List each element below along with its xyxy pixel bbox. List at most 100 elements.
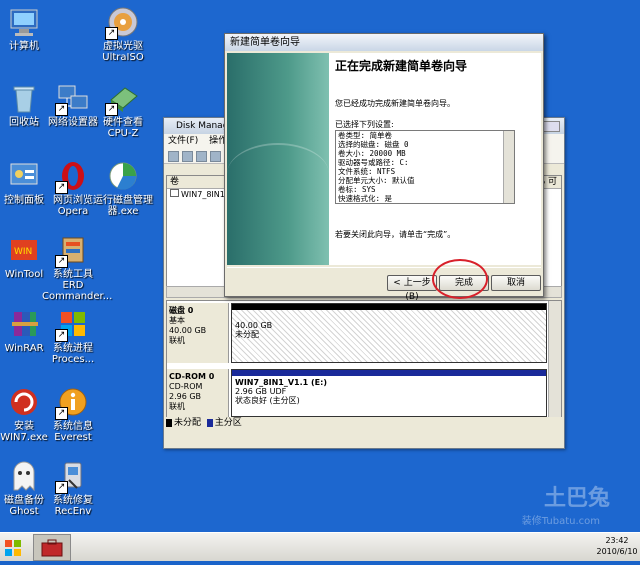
- wizard-intro: 您已经成功完成新建简单卷向导。: [335, 99, 455, 108]
- shortcut-arrow-icon: ↗: [105, 27, 118, 40]
- shortcut-arrow-icon: ↗: [55, 407, 68, 420]
- settings-summary[interactable]: 卷类型: 简单卷 选择的磁盘: 磁盘 0 卷大小: 20000 MB 驱动器号或…: [335, 130, 515, 204]
- desktop-icon-label: 计算机: [9, 41, 39, 52]
- desktop-icon-label: 系统信息 Everest: [53, 421, 93, 443]
- install-icon: [8, 386, 40, 418]
- summary-line: 选择的磁盘: 磁盘 0: [338, 140, 409, 149]
- computer-icon: [8, 6, 40, 38]
- summary-line: 卷标: SYS: [338, 185, 376, 194]
- desktop-icon-label: 硬件查看 CPU-Z: [103, 117, 143, 139]
- back-button[interactable]: < 上一步(B): [387, 275, 437, 302]
- disk-row: 磁盘 0 基本 40.00 GB 联机 40.00 GB 未分配: [167, 303, 547, 363]
- volume-name: WIN7_8IN1_V1.1 (E:): [235, 378, 327, 387]
- disk-layout-pane: 磁盘 0 基本 40.00 GB 联机 40.00 GB 未分配 CD-ROM …: [166, 300, 562, 418]
- desktop-icon-label: 系统进程 Proces...: [51, 343, 95, 365]
- taskbar-item-toolbox[interactable]: [33, 534, 71, 561]
- desktop-icon-erd[interactable]: ↗ 系统工具 ERD Commander...: [42, 234, 113, 302]
- vertical-scrollbar[interactable]: [548, 301, 561, 417]
- disk-info[interactable]: 磁盘 0 基本 40.00 GB 联机: [167, 303, 229, 363]
- disk-type: CD-ROM: [169, 382, 203, 391]
- toolbox-icon: [41, 539, 63, 557]
- recycle-bin-icon: [8, 82, 40, 114]
- menu-file[interactable]: 文件(F): [168, 136, 198, 146]
- desktop-icon-process[interactable]: ↗ 系统进程 Proces...: [42, 308, 104, 365]
- winrar-icon: [8, 308, 40, 340]
- wizard-titlebar[interactable]: 新建简单卷向导: [225, 34, 543, 51]
- shortcut-arrow-icon: ↗: [55, 255, 68, 268]
- clock-date: 2010/6/10: [596, 547, 638, 556]
- settings-label: 已选择下列设置:: [335, 120, 394, 129]
- control-panel-icon: [8, 160, 40, 192]
- legend-primary: 主分区: [214, 418, 242, 428]
- desktop-icon-label: 虚拟光驱 UltraISO: [102, 41, 144, 63]
- forward-arrow-icon[interactable]: [182, 151, 193, 162]
- disk-type: 基本: [169, 316, 185, 325]
- volume-status: 未分配: [235, 330, 259, 339]
- volume-icon: [170, 189, 179, 197]
- disk-manager-icon: [107, 160, 139, 192]
- disk-row: CD-ROM 0 CD-ROM 2.96 GB 联机 WIN7_8IN1_V1.…: [167, 369, 547, 417]
- unallocated-swatch: [166, 418, 172, 427]
- volume-status: 状态良好 (主分区): [235, 396, 300, 405]
- erd-icon: ↗: [55, 234, 89, 268]
- desktop-icon-cpuz[interactable]: ↗ 硬件查看 CPU-Z: [92, 82, 154, 139]
- summary-line: 卷类型: 简单卷: [338, 131, 393, 140]
- wintool-icon: WIN: [8, 234, 40, 266]
- volume-details: 40.00 GB 未分配: [232, 310, 546, 362]
- process-icon: ↗: [55, 308, 89, 342]
- close-hint: 若要关闭此向导，请单击“完成”。: [335, 230, 456, 239]
- cancel-button[interactable]: 取消: [491, 275, 541, 291]
- disk-info[interactable]: CD-ROM 0 CD-ROM 2.96 GB 联机: [167, 369, 229, 417]
- desktop-icon-label: 系统修复 RecEnv: [53, 495, 93, 517]
- volume-details: WIN7_8IN1_V1.1 (E:) 2.96 GB UDF 状态良好 (主分…: [232, 376, 546, 407]
- disk-name: 磁盘 0: [169, 306, 194, 315]
- desktop-icon-ultraiso[interactable]: ↗ 虚拟光驱 UltraISO: [92, 6, 154, 63]
- wizard-content: 正在完成新建简单卷向导 您已经成功完成新建简单卷向导。 已选择下列设置: 卷类型…: [329, 53, 541, 265]
- system-clock[interactable]: 23:42 2010/6/10: [596, 535, 638, 557]
- desktop-icon-disk-manager[interactable]: 运行磁盘管理 器.exe: [92, 160, 154, 217]
- taskbar: 23:42 2010/6/10: [0, 532, 640, 561]
- help-icon[interactable]: [210, 151, 221, 162]
- wizard-title: 新建简单卷向导: [230, 37, 300, 48]
- disk-size: 2.96 GB: [169, 392, 202, 401]
- desktop-icon-computer[interactable]: 计算机: [0, 6, 55, 52]
- disk-size: 40.00 GB: [169, 326, 207, 335]
- finish-highlight-circle: [432, 259, 488, 299]
- legend-unallocated: 未分配: [174, 418, 202, 428]
- repair-icon: ↗: [55, 460, 89, 494]
- disk-status: 联机: [169, 336, 185, 345]
- folder-icon[interactable]: [196, 151, 207, 162]
- shortcut-arrow-icon: ↗: [105, 103, 118, 116]
- wizard-button-bar: < 上一步(B) 完成 取消: [227, 267, 541, 302]
- volume-size: 40.00 GB: [235, 321, 273, 330]
- unallocated-volume[interactable]: 40.00 GB 未分配: [231, 303, 547, 363]
- opera-icon: ↗: [55, 160, 89, 194]
- shortcut-arrow-icon: ↗: [55, 103, 68, 116]
- desktop-icon-recenv[interactable]: ↗ 系统修复 RecEnv: [42, 460, 104, 517]
- watermark-site: 装修Tubatu.com: [521, 516, 600, 527]
- watermark-brand: 土巴兔: [543, 486, 610, 511]
- summary-line: 驱动器号或路径: C:: [338, 158, 409, 167]
- start-button[interactable]: [3, 537, 31, 557]
- new-simple-volume-wizard: 新建简单卷向导 正在完成新建简单卷向导 您已经成功完成新建简单卷向导。 已选择下…: [224, 33, 544, 302]
- wizard-banner: [227, 53, 329, 265]
- primary-volume[interactable]: WIN7_8IN1_V1.1 (E:) 2.96 GB UDF 状态良好 (主分…: [231, 369, 547, 417]
- desktop-icon-label: 系统工具 ERD Commander...: [42, 269, 113, 302]
- summary-scrollbar[interactable]: [503, 131, 514, 203]
- shortcut-arrow-icon: ↗: [55, 181, 68, 194]
- info-icon: ↗: [55, 386, 89, 420]
- legend: 未分配 主分区: [166, 417, 562, 429]
- banner-decoration: [227, 143, 329, 205]
- disk-status: 联机: [169, 402, 185, 411]
- disc-icon: ↗: [105, 6, 139, 40]
- cpu-icon: ↗: [105, 82, 139, 116]
- wizard-heading: 正在完成新建简单卷向导: [335, 59, 468, 73]
- desktop-icon-everest[interactable]: ↗ 系统信息 Everest: [42, 386, 104, 443]
- back-arrow-icon[interactable]: [168, 151, 179, 162]
- column-volume[interactable]: 卷: [170, 177, 179, 187]
- primary-partition-swatch: [206, 418, 213, 427]
- desktop: 计算机 ↗ 虚拟光驱 UltraISO 回收站 ↗ 网络设置器 ↗ 硬件查看 C…: [0, 0, 640, 532]
- windows-logo-icon: [5, 540, 21, 556]
- volume-size: 2.96 GB UDF: [235, 387, 287, 396]
- disk-name: CD-ROM 0: [169, 372, 215, 381]
